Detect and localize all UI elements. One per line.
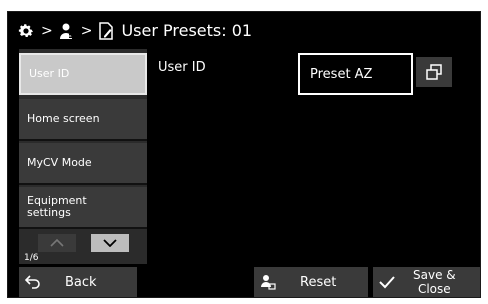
sidebar-item-label: Equipment settings	[27, 194, 87, 219]
sidebar-item-label: Home screen	[27, 112, 100, 125]
chevron-down-icon	[103, 239, 117, 247]
breadcrumb-separator: >	[41, 22, 53, 39]
window-popup-icon	[426, 64, 442, 80]
open-preset-list-button[interactable]	[416, 57, 452, 87]
page-up-button[interactable]	[38, 234, 76, 252]
sidebar: User ID Home screen MyCV Mode Equipment …	[19, 49, 147, 264]
checkmark-icon	[373, 275, 401, 289]
page-title: User Presets: 01	[121, 21, 253, 40]
back-arrow-icon	[19, 275, 47, 289]
app-window: > > User Presets: 01 User ID Home screen…	[7, 11, 481, 298]
page-indicator: 1/6	[24, 253, 39, 263]
page-down-button[interactable]	[91, 234, 129, 252]
chevron-up-icon	[50, 239, 64, 247]
sidebar-item-mycv-mode[interactable]: MyCV Mode	[19, 143, 147, 185]
back-label: Back	[65, 274, 97, 290]
sidebar-pager: 1/6	[19, 230, 147, 264]
preset-value: Preset AZ	[310, 66, 373, 82]
gear-icon[interactable]	[17, 22, 35, 40]
reset-label: Reset	[300, 274, 337, 290]
user-settings-icon[interactable]	[59, 22, 75, 40]
breadcrumb-separator: >	[80, 22, 93, 39]
user-id-label: User ID	[158, 60, 206, 75]
main-panel: User ID Preset AZ	[147, 49, 472, 264]
sidebar-item-home-screen[interactable]: Home screen	[19, 99, 147, 141]
edit-document-icon[interactable]	[98, 21, 114, 40]
footer-bar: Back Reset Save & Close	[8, 265, 480, 299]
sidebar-item-user-id[interactable]: User ID	[19, 53, 147, 95]
breadcrumb: > > User Presets: 01	[8, 12, 480, 49]
sidebar-item-label: MyCV Mode	[27, 156, 92, 169]
sidebar-item-equipment-settings[interactable]: Equipment settings	[19, 187, 147, 229]
save-close-button[interactable]: Save & Close	[373, 267, 480, 297]
reset-button[interactable]: Reset	[254, 267, 368, 297]
preset-value-field[interactable]: Preset AZ	[298, 53, 413, 95]
save-close-label: Save & Close	[413, 268, 456, 296]
user-reset-icon	[254, 274, 282, 290]
back-button[interactable]: Back	[19, 267, 137, 297]
sidebar-item-label: User ID	[29, 67, 70, 80]
